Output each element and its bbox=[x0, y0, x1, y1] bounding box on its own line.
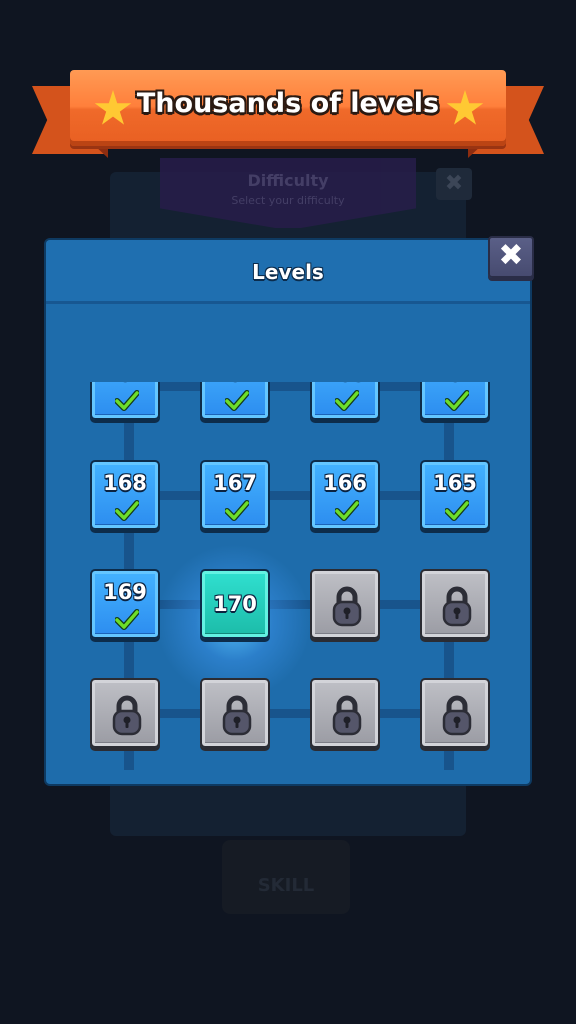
level-number: 170 bbox=[213, 592, 257, 616]
banner-title: Thousands of levels bbox=[136, 88, 440, 119]
lock-icon bbox=[332, 586, 362, 627]
level-map-scroll-area[interactable]: 161 162 163 164 168 167 166 165 169 170 bbox=[46, 382, 530, 770]
level-number: 161 bbox=[92, 382, 158, 385]
background-header-subtitle: Select your difficulty bbox=[231, 194, 345, 207]
title-banner: Thousands of levels bbox=[70, 70, 506, 146]
level-number: 165 bbox=[433, 471, 477, 495]
lock-icon bbox=[442, 586, 472, 627]
check-icon bbox=[335, 500, 359, 521]
level-tile-locked-3-1[interactable] bbox=[200, 678, 270, 748]
level-tile-163[interactable]: 163 bbox=[310, 382, 380, 420]
level-tile-locked-3-3[interactable] bbox=[420, 678, 490, 748]
check-icon bbox=[445, 390, 469, 411]
level-tile-161[interactable]: 161 bbox=[90, 382, 160, 420]
levels-dialog-header: Levels bbox=[46, 240, 530, 304]
level-number: 168 bbox=[103, 471, 147, 495]
level-tile-168[interactable]: 168 bbox=[90, 460, 160, 530]
level-tile-166[interactable]: 166 bbox=[310, 460, 380, 530]
level-path-line bbox=[126, 709, 456, 718]
level-tile-169[interactable]: 169 bbox=[90, 569, 160, 639]
check-icon bbox=[225, 500, 249, 521]
level-number: 162 bbox=[202, 382, 268, 385]
check-icon bbox=[445, 500, 469, 521]
check-icon bbox=[115, 390, 139, 411]
lock-icon bbox=[442, 695, 472, 736]
background-bottom-button: SKILL bbox=[222, 840, 350, 914]
level-path-line bbox=[126, 491, 456, 500]
level-tile-locked-2-3[interactable] bbox=[420, 569, 490, 639]
level-number: 163 bbox=[312, 382, 378, 385]
check-icon bbox=[115, 500, 139, 521]
level-tile-locked-3-2[interactable] bbox=[310, 678, 380, 748]
check-icon bbox=[115, 609, 139, 630]
check-icon bbox=[335, 390, 359, 411]
level-tile-165[interactable]: 165 bbox=[420, 460, 490, 530]
lock-icon bbox=[112, 695, 142, 736]
background-close-button: ✖ bbox=[436, 168, 472, 200]
lock-icon bbox=[332, 695, 362, 736]
level-tile-170[interactable]: 170 bbox=[200, 569, 270, 639]
level-tile-162[interactable]: 162 bbox=[200, 382, 270, 420]
lock-icon bbox=[222, 695, 252, 736]
level-number: 166 bbox=[323, 471, 367, 495]
levels-dialog-title: Levels bbox=[252, 260, 324, 284]
level-tile-locked-2-2[interactable] bbox=[310, 569, 380, 639]
level-number: 169 bbox=[103, 580, 147, 604]
level-tile-167[interactable]: 167 bbox=[200, 460, 270, 530]
levels-dialog: Levels 161 162 163 164 168 167 166 165 169 170 bbox=[46, 240, 530, 784]
check-icon bbox=[225, 390, 249, 411]
level-tile-locked-3-0[interactable] bbox=[90, 678, 160, 748]
level-number: 167 bbox=[213, 471, 257, 495]
level-path-line bbox=[126, 382, 456, 391]
close-button[interactable]: ✖ bbox=[488, 236, 534, 278]
level-tile-164[interactable]: 164 bbox=[420, 382, 490, 420]
level-number: 164 bbox=[422, 382, 488, 385]
background-header-title: Difficulty bbox=[247, 171, 329, 190]
